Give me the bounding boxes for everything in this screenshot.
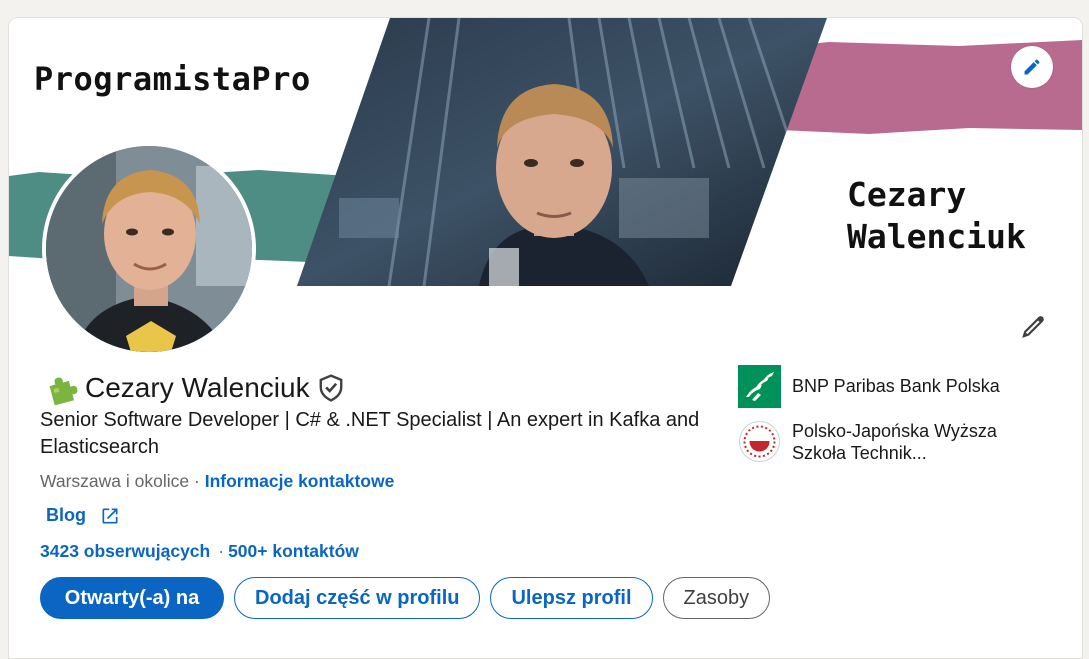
org-name: Polsko-Japońska Wyższa Szkoła Technik... <box>792 421 997 463</box>
profile-card: ProgramistaPro Cezary Walenciuk Cezary W… <box>8 17 1083 659</box>
pencil-icon <box>1022 316 1044 338</box>
contact-info-link[interactable]: Informacje kontaktowe <box>205 471 395 491</box>
followers-link[interactable]: 3423 obserwujących <box>40 541 210 561</box>
banner-brand-text: ProgramistaPro <box>34 60 311 98</box>
profile-headline: Senior Software Developer | C# & .NET Sp… <box>40 409 700 458</box>
external-link-icon <box>100 506 120 526</box>
banner-name-line2: Walenciuk <box>847 217 1026 256</box>
location-separator: · <box>194 471 200 491</box>
website-label: Blog <box>46 505 86 525</box>
connections-link[interactable]: 500+ kontaktów <box>228 541 359 561</box>
experience-education-list: BNP Paribas Bank Polska Polsko-Japońska … <box>738 365 1022 476</box>
banner-name-line1: Cezary <box>847 175 967 214</box>
banner-name-text: Cezary Walenciuk <box>847 174 1026 258</box>
pjatk-logo <box>738 420 781 463</box>
edit-intro-button[interactable] <box>1017 311 1049 343</box>
org-name: BNP Paribas Bank Polska <box>792 376 1000 396</box>
profile-name: Cezary Walenciuk <box>85 372 310 403</box>
stats-separator: · <box>218 541 225 561</box>
banner-photo <box>297 18 827 286</box>
bnp-paribas-logo <box>738 365 781 408</box>
location-row: Warszawa i okolice · Informacje kontakto… <box>40 471 394 492</box>
add-profile-section-button[interactable]: Dodaj część w profilu <box>234 577 481 619</box>
name-row: Cezary Walenciuk <box>45 370 344 406</box>
resources-button[interactable]: Zasoby <box>662 577 771 619</box>
profile-actions: Otwarty(-a) na Dodaj część w profilu Ule… <box>40 577 771 619</box>
network-stats: 3423 obserwujących · 500+ kontaktów <box>40 541 359 562</box>
org-item-bnp[interactable]: BNP Paribas Bank Polska <box>738 365 1022 408</box>
pencil-icon <box>1024 59 1040 75</box>
avatar-photo <box>46 146 252 352</box>
website-link[interactable]: Blog <box>46 505 120 526</box>
open-to-button[interactable]: Otwarty(-a) na <box>40 577 224 619</box>
org-item-pjatk[interactable]: Polsko-Japońska Wyższa Szkoła Technik... <box>738 420 1022 464</box>
profile-avatar[interactable] <box>42 142 256 356</box>
location-text: Warszawa i okolice <box>40 471 190 491</box>
edit-banner-button[interactable] <box>1011 46 1053 88</box>
enhance-profile-button[interactable]: Ulepsz profil <box>490 577 653 619</box>
puzzle-icon <box>45 371 79 405</box>
verified-shield-icon[interactable] <box>318 374 344 402</box>
